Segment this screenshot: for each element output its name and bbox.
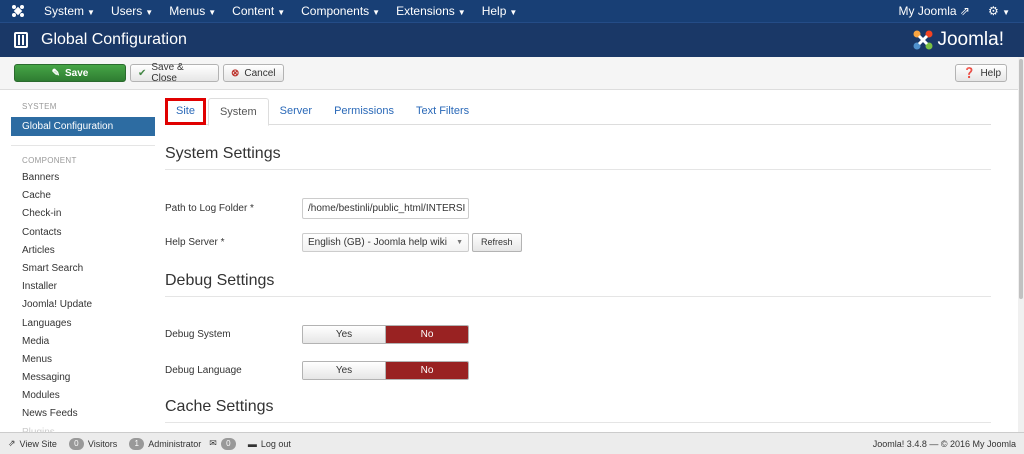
tab-content: System Settings Path to Log Folder * /ho… [165, 125, 991, 423]
sidebar-header-system: SYSTEM [22, 102, 57, 111]
sidebar-item-news-feeds[interactable]: News Feeds [11, 405, 155, 423]
menu-components[interactable]: Components ▼ [293, 0, 388, 22]
debug-system-yes[interactable]: Yes [303, 325, 386, 343]
refresh-button[interactable]: Refresh [472, 232, 522, 252]
debug-system-row: Debug System Yes No [165, 322, 991, 346]
help-server-select[interactable]: English (GB) - Joomla help wiki ▼ [302, 232, 469, 252]
admin-count-badge: 1 [129, 437, 145, 450]
debug-language-row: Debug Language Yes No [165, 358, 991, 382]
envelope-icon: ✉ [209, 438, 217, 448]
sidebar-item-banners[interactable]: Banners [11, 169, 155, 187]
view-site-link[interactable]: ⇗ View Site [8, 438, 57, 449]
sidebar: SYSTEM Global Configuration COMPONENT Ba… [11, 98, 155, 442]
joomla-brand-icon [913, 30, 933, 50]
save-close-button[interactable]: ✔ Save & Close [130, 62, 219, 84]
action-toolbar: ✎ Save ✔ Save & Close ⊗ Cancel ❓ Help [0, 57, 1024, 90]
my-site-link[interactable]: My Joomla ⇗ [889, 4, 980, 18]
tab-permissions[interactable]: Permissions [323, 98, 405, 125]
log-folder-label: Path to Log Folder * [165, 202, 254, 214]
log-folder-row: Path to Log Folder * /home/bestinli/publ… [165, 196, 991, 220]
menu-content[interactable]: Content ▼ [224, 0, 293, 22]
menu-users[interactable]: Users ▼ [103, 0, 161, 22]
gear-icon: ⚙ [987, 4, 999, 18]
menu-system[interactable]: System ▼ [36, 0, 103, 22]
chevron-down-icon: ▼ [456, 238, 463, 246]
page-header: Global Configuration Joomla! [0, 22, 1024, 57]
page-scrollbar[interactable] [1018, 57, 1024, 432]
status-bar: ⇗ View Site 0 Visitors 1 Administrator ✉ 0 ▬… [0, 432, 1024, 454]
sidebar-item-check-in[interactable]: Check-in [11, 205, 155, 223]
debug-system-label: Debug System [165, 328, 231, 340]
close-icon: ⊗ [231, 67, 240, 79]
debug-system-no[interactable]: No [386, 325, 468, 343]
menu-help[interactable]: Help ▼ [474, 0, 526, 22]
joomla-brand-logo: Joomla! [912, 29, 1004, 51]
sidebar-item-media[interactable]: Media [11, 333, 155, 351]
sidebar-item-global-configuration[interactable]: Global Configuration [11, 117, 155, 136]
sidebar-item-contacts[interactable]: Contacts [11, 224, 155, 242]
external-link-icon: ⇗ [959, 4, 970, 18]
top-navbar: System ▼ Users ▼ Menus ▼ Content ▼ Component… [0, 0, 1024, 22]
messages-count-badge: 0 [220, 437, 236, 450]
debug-system-toggle: Yes No [302, 324, 469, 344]
config-tabs: Site System Server Permissions Text Filt… [165, 98, 991, 126]
help-server-row: Help Server * English (GB) - Joomla help… [165, 230, 991, 254]
cache-settings-title: Cache Settings [165, 398, 991, 423]
debug-language-yes[interactable]: Yes [303, 361, 386, 379]
sidebar-item-joomla-update[interactable]: Joomla! Update [11, 296, 155, 314]
help-server-label: Help Server * [165, 236, 225, 248]
sidebar-item-smart-search[interactable]: Smart Search [11, 260, 155, 278]
external-link-icon: ⇗ [8, 438, 16, 448]
config-sliders-icon [14, 32, 28, 48]
save-button[interactable]: ✎ Save [14, 64, 126, 82]
logout-link[interactable]: ▬ Log out [248, 439, 291, 449]
version-info: Joomla! 3.4.8 — © 2016 My Joomla [872, 438, 1016, 449]
debug-settings-title: Debug Settings [165, 272, 991, 297]
user-settings-menu[interactable]: ⚙ ▼ [980, 4, 1024, 18]
help-button[interactable]: ❓ Help [955, 64, 1007, 82]
edit-icon: ✎ [51, 67, 61, 79]
sidebar-item-menus[interactable]: Menus [11, 351, 155, 369]
system-settings-title: System Settings [165, 145, 991, 170]
sidebar-item-installer[interactable]: Installer [11, 278, 155, 296]
cancel-button[interactable]: ⊗ Cancel [223, 64, 284, 82]
visitors-count-badge: 0 [68, 437, 84, 450]
administrator-status: 1 Administrator [125, 437, 201, 450]
sidebar-header-component: COMPONENT [22, 156, 77, 165]
log-folder-input[interactable]: /home/bestinli/public_html/INTERSI [302, 197, 469, 219]
check-icon: ✔ [138, 67, 147, 79]
tab-text-filters[interactable]: Text Filters [405, 98, 480, 125]
tab-site[interactable]: Site [165, 98, 206, 125]
question-icon: ❓ [963, 67, 976, 79]
page-title: Global Configuration [41, 31, 187, 48]
debug-language-no[interactable]: No [386, 361, 468, 379]
menu-menus[interactable]: Menus ▼ [161, 0, 224, 22]
debug-language-label: Debug Language [165, 364, 242, 376]
sidebar-item-articles[interactable]: Articles [11, 242, 155, 260]
sidebar-divider [11, 145, 155, 146]
messages-status[interactable]: ✉ 0 [209, 437, 240, 450]
sidebar-item-languages[interactable]: Languages [11, 315, 155, 333]
sidebar-item-modules[interactable]: Modules [11, 387, 155, 405]
sidebar-item-cache[interactable]: Cache [11, 187, 155, 205]
visitors-status: 0 Visitors [65, 437, 117, 450]
menu-extensions[interactable]: Extensions ▼ [388, 0, 474, 22]
tab-server[interactable]: Server [269, 98, 323, 125]
joomla-logo-icon[interactable] [0, 0, 36, 22]
minus-icon: ▬ [247, 438, 257, 449]
main-menu: System ▼ Users ▼ Menus ▼ Content ▼ Component… [36, 0, 525, 22]
sidebar-item-messaging[interactable]: Messaging [11, 369, 155, 387]
scrollbar-thumb[interactable] [1019, 59, 1023, 299]
tab-system[interactable]: System [207, 98, 269, 126]
debug-language-toggle: Yes No [302, 360, 469, 380]
